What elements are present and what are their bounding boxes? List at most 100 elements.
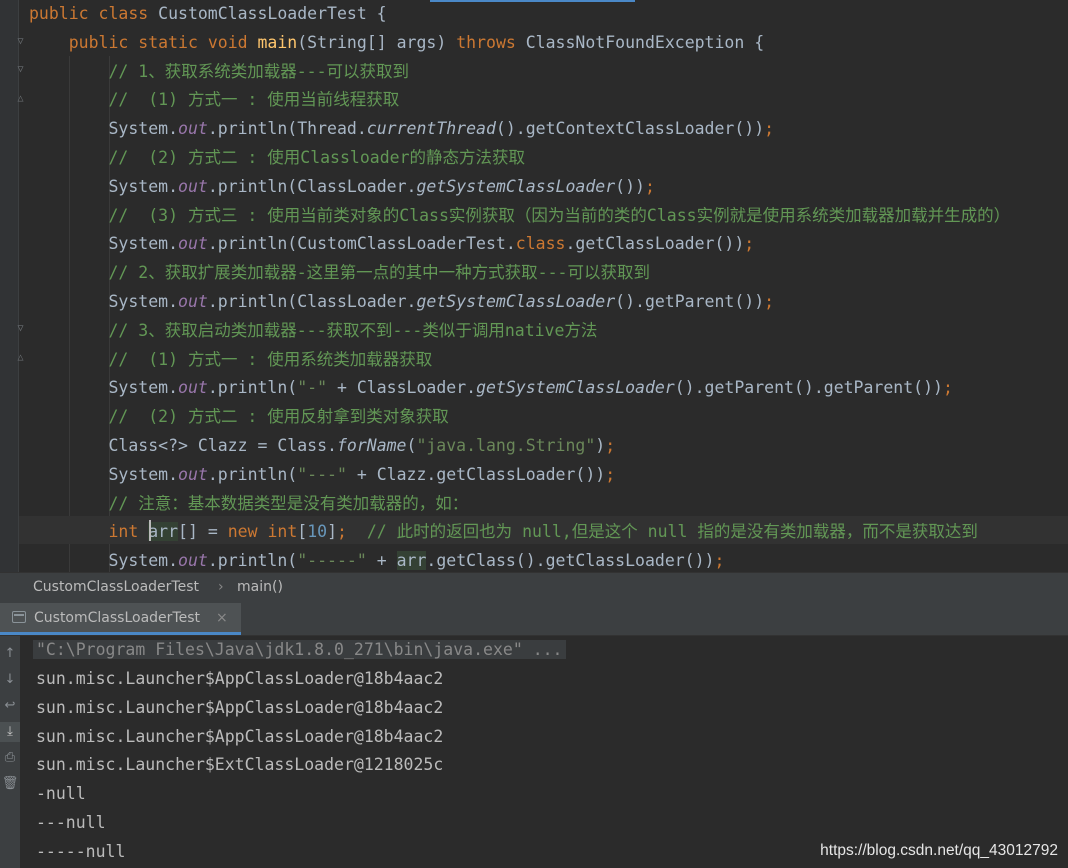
code-token: System.	[29, 176, 179, 196]
code-token: ().getParent())	[615, 292, 765, 311]
code-line[interactable]: Class<?> Clazz = Class.forName("java.lan…	[29, 432, 615, 460]
code-token: ;	[942, 378, 953, 398]
code-line[interactable]: System.out.println(Thread.currentThread(…	[29, 115, 774, 143]
code-line[interactable]: public class CustomClassLoaderTest {	[29, 0, 387, 28]
code-token: out	[178, 551, 208, 571]
code-token: .println(	[207, 464, 298, 484]
tab-run-customclassloadertest[interactable]: CustomClassLoaderTest ×	[0, 603, 241, 635]
print-icon[interactable]: ⎙	[0, 748, 20, 768]
run-tab-bar: CustomClassLoaderTest ×	[0, 603, 1068, 636]
code-line[interactable]: System.out.println("---" + Clazz.getClas…	[29, 461, 615, 489]
code-token: ;	[605, 436, 616, 455]
code-line[interactable]: // (1) 方式一 : 使用系统类加载器获取	[29, 346, 432, 374]
code-line[interactable]: System.out.println(ClassLoader.getSystem…	[29, 288, 774, 316]
code-token: public static void	[68, 32, 258, 52]
code-token: ClassNotFoundException {	[525, 32, 765, 52]
watermark: https://blog.csdn.net/qq_43012792	[820, 842, 1058, 859]
console-output-line: -----null	[36, 841, 126, 861]
code-token: .getClassLoader())	[565, 234, 745, 254]
code-token: getSystemClassLoader	[476, 378, 675, 398]
code-token: out	[178, 234, 208, 254]
fold-marker-icon[interactable]: ▽	[15, 323, 26, 334]
fold-end-icon[interactable]: △	[15, 93, 26, 104]
code-token: // 3、获取启动类加载器---获取不到---类似于调用native方法	[108, 320, 598, 340]
code-line[interactable]: System.out.println("-----" + arr.getClas…	[29, 547, 724, 572]
code-token: out	[178, 464, 208, 484]
code-line[interactable]: int arr[] = new int[10]; // 此时的返回也为 null…	[29, 518, 978, 546]
code-token: arr	[396, 551, 427, 571]
code-line[interactable]: System.out.println("-" + ClassLoader.get…	[29, 374, 953, 402]
text-caret	[149, 520, 151, 541]
breadcrumb-class[interactable]: CustomClassLoaderTest	[33, 573, 199, 601]
code-line[interactable]: // (2) 方式二 : 使用Classloader的静态方法获取	[29, 144, 525, 172]
code-token: + ClassLoader.	[336, 378, 477, 398]
console-output-line: sun.misc.Launcher$ExtClassLoader@1218025…	[36, 755, 444, 775]
code-token: )	[595, 436, 606, 455]
command-text: "C:\Program Files\Java\jdk1.8.0_271\bin\…	[33, 640, 566, 659]
code-token: // 1、获取系统类加载器---可以获取到	[108, 61, 410, 81]
code-line[interactable]: // (1) 方式一 : 使用当前线程获取	[29, 86, 399, 114]
code-token: ().getParent().getParent())	[674, 378, 943, 398]
code-line[interactable]: // 2、获取扩展类加载器-这里第一点的其中一种方式获取---可以获取到	[29, 259, 649, 287]
tab-label: CustomClassLoaderTest	[34, 610, 200, 626]
code-token: 10	[307, 522, 328, 542]
code-line[interactable]: // (2) 方式二 : 使用反射拿到类对象获取	[29, 403, 449, 431]
code-token: (	[406, 436, 417, 455]
code-token: // 此时的返回也为 null,但是这个 null 指的是没有类加载器，而不是获…	[366, 522, 978, 542]
code-token: System.	[29, 464, 179, 484]
code-token: .println(CustomClassLoaderTest.	[207, 234, 516, 254]
close-icon[interactable]: ×	[216, 603, 228, 633]
console-command-line: "C:\Program Files\Java\jdk1.8.0_271\bin\…	[33, 636, 566, 664]
code-token: .println(Thread.	[207, 119, 367, 139]
fold-marker-icon[interactable]: ▽	[15, 36, 26, 47]
code-token: forName	[336, 436, 407, 455]
console-output-line: sun.misc.Launcher$AppClassLoader@18b4aac…	[36, 697, 444, 717]
fold-marker-icon[interactable]: ▽	[15, 64, 26, 75]
run-console[interactable]: ↑ ↓ ↩ ⤓ ⎙ 🗑 "C:\Program Files\Java\jdk1.8.0_2…	[0, 636, 1068, 868]
console-output-line: ---null	[36, 813, 106, 832]
code-token: ;	[337, 522, 367, 542]
code-token: currentThread	[366, 119, 496, 139]
code-token: [	[297, 522, 308, 542]
code-token: .println(ClassLoader.	[207, 176, 417, 196]
code-token: ]	[327, 522, 338, 542]
code-token: ;	[744, 234, 755, 254]
code-token: // (2) 方式二 : 使用反射拿到类对象获取	[108, 407, 449, 427]
soft-wrap-icon[interactable]: ↩	[0, 696, 20, 716]
breadcrumb-method[interactable]: main()	[237, 573, 283, 601]
code-line[interactable]: // 1、获取系统类加载器---可以获取到	[29, 58, 409, 86]
code-editor[interactable]: ▽ ▽ △ ▽ △ public class CustomClassLoader…	[0, 0, 1068, 572]
code-token: "java.lang.String"	[416, 436, 596, 455]
code-token: class	[515, 234, 566, 254]
code-token: .println(	[207, 378, 298, 398]
code-token: "-----"	[297, 551, 377, 571]
code-line[interactable]: // 3、获取启动类加载器---获取不到---类似于调用native方法	[29, 317, 597, 345]
code-line[interactable]: System.out.println(ClassLoader.getSystem…	[29, 173, 654, 201]
code-token: out	[178, 176, 208, 196]
code-line[interactable]: public static void main(String[] args) t…	[29, 29, 764, 57]
code-token: // (3) 方式三 : 使用当前类对象的Class实例获取（因为当前的类的Cl…	[108, 205, 1011, 225]
code-line[interactable]: // (3) 方式三 : 使用当前类对象的Class实例获取（因为当前的类的Cl…	[29, 202, 1010, 230]
scroll-to-end-icon[interactable]: ⤓	[0, 722, 20, 742]
code-token: arr	[148, 522, 179, 542]
code-token: main	[257, 32, 298, 52]
code-token: out	[178, 119, 208, 139]
arrow-up-icon[interactable]: ↑	[0, 644, 20, 664]
console-output-line: sun.misc.Launcher$AppClassLoader@18b4aac…	[36, 726, 444, 746]
code-line[interactable]: // 注意：基本数据类型是没有类加载器的，如：	[29, 490, 468, 518]
console-toolbar: ↑ ↓ ↩ ⤓ ⎙ 🗑	[0, 636, 20, 868]
fold-end-icon[interactable]: △	[15, 352, 26, 363]
trash-icon[interactable]: 🗑	[0, 774, 20, 794]
console-icon	[12, 611, 26, 623]
code-token: Class<?> Clazz = Class.	[29, 436, 337, 455]
arrow-down-icon[interactable]: ↓	[0, 670, 20, 690]
code-line[interactable]: System.out.println(CustomClassLoaderTest…	[29, 230, 754, 258]
gutter-divider	[18, 0, 19, 572]
code-token: ;	[714, 551, 725, 571]
code-token: ;	[764, 119, 775, 139]
